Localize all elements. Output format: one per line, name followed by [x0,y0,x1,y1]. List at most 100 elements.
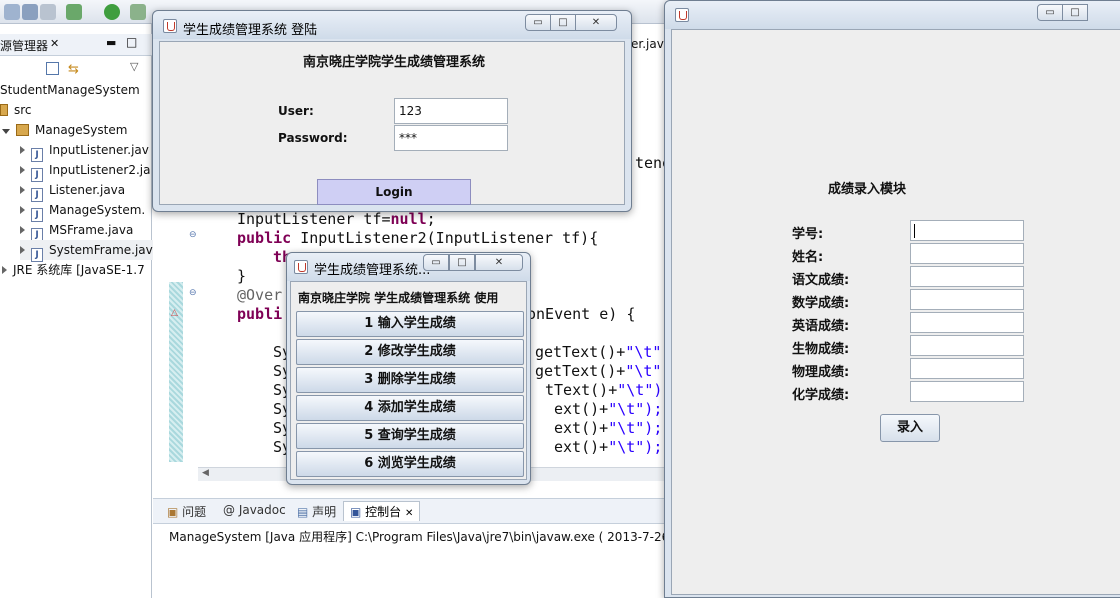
text-caret [914,224,915,238]
scroll-left-icon[interactable]: ◀ [202,468,209,478]
tree-item-label: ManageSystem. [49,203,146,217]
name-input[interactable] [910,243,1024,264]
expand-toggle-icon[interactable] [20,206,25,214]
code-line: ext()+"\t"); [554,400,663,418]
field-label: 化学成绩: [792,388,850,403]
tree-item-java[interactable]: J SystemFrame.jav [20,240,153,262]
window-titlebar[interactable]: ▭ □ [665,1,1120,29]
password-input[interactable] [394,125,508,151]
tab-problems[interactable]: ▣ 问题 [167,503,206,520]
tree-item-label: SystemFrame.jav [49,243,153,257]
external-tools-icon[interactable] [130,4,146,20]
fold-icon[interactable]: ⊖ [189,288,197,298]
console-text: ManageSystem [Java 应用程序] C:\Program File… [169,530,670,544]
tree-item-java[interactable]: J ManageSystem. [20,200,146,222]
tab-console[interactable]: ▣ 控制台 ✕ [343,501,421,521]
tree-item-label: MSFrame.java [49,223,134,237]
user-input[interactable] [394,98,508,124]
code-line: getText()+"\t" [535,362,662,380]
browse-grades-button[interactable]: 6 浏览学生成绩 [296,451,524,477]
close-button[interactable]: ✕ [475,254,523,271]
expand-toggle-icon[interactable] [20,146,25,154]
grade-entry-content: 成绩录入模块 学号: 姓名: 语文成绩: 数学成绩: 英语成绩: 生物成绩: 物… [671,29,1120,595]
delete-grades-button[interactable]: 3 删除学生成绩 [296,367,524,393]
close-button[interactable]: ✕ [575,14,617,31]
query-grades-button[interactable]: 5 查询学生成绩 [296,423,524,449]
link-editor-icon[interactable]: ⇆ [68,62,79,77]
tab-javadoc[interactable]: @ Javadoc [223,503,286,517]
save-icon[interactable] [22,4,38,20]
english-score-input[interactable] [910,312,1024,333]
submit-button[interactable]: 录入 [880,414,940,442]
maximize-button[interactable]: □ [550,14,576,31]
java-icon [675,8,689,22]
explorer-tab[interactable]: 源管理器 ✕ ▬ □ [0,34,152,56]
menu-window: 学生成绩管理系统... ▭ □ ✕ 南京晓庄学院 学生成绩管理系统 使用 1 输… [286,252,531,485]
console-icon: ▣ [350,505,366,519]
tree-item-java[interactable]: J InputListener2.ja [20,160,151,182]
collapse-all-icon[interactable] [46,62,59,75]
login-heading: 南京晓庄学院学生成绩管理系统 [303,55,486,70]
tab-declaration[interactable]: ▤ 声明 [297,503,336,520]
expand-toggle-icon[interactable] [20,186,25,194]
tree-item-src[interactable]: src [0,100,32,120]
minimize-button[interactable]: ▭ [1037,4,1063,21]
password-label: Password: [278,131,348,145]
field-label: 学号: [792,227,824,242]
maximize-button[interactable]: □ [449,254,475,271]
print-icon[interactable] [40,4,56,20]
tree-item-project[interactable]: StudentManageSystem [0,80,140,100]
tree-item-java[interactable]: J Listener.java [20,180,126,202]
window-titlebar[interactable]: 学生成绩管理系统 登陆 ▭ □ ✕ [153,11,631,39]
physics-score-input[interactable] [910,358,1024,379]
window-titlebar[interactable]: 学生成绩管理系统... ▭ □ ✕ [287,253,530,281]
tree-item-java[interactable]: J InputListener.jav [20,140,149,162]
code-line: @Over [237,286,283,304]
code-line: public InputListener2(InputListener tf){ [237,229,599,247]
login-content: 南京晓庄学院学生成绩管理系统 User: Password: Login [159,41,625,205]
code-line: ext()+"\t"); [554,419,663,437]
input-grades-button[interactable]: 1 输入学生成绩 [296,311,524,337]
maximize-icon[interactable]: □ [126,35,137,49]
view-menu-icon[interactable]: ▽ [130,60,138,73]
math-score-input[interactable] [910,289,1024,310]
menu-header: 南京晓庄学院 学生成绩管理系统 使用 [298,291,499,305]
grade-entry-window: ▭ □ 成绩录入模块 学号: 姓名: 语文成绩: 数学成绩: 英语成绩: 生物成… [664,0,1120,598]
expand-toggle-icon[interactable] [20,226,25,234]
login-window: 学生成绩管理系统 登陆 ▭ □ ✕ 南京晓庄学院学生成绩管理系统 User: P… [152,10,632,212]
expand-toggle-icon[interactable] [20,246,25,254]
run-icon[interactable] [104,4,120,20]
maximize-button[interactable]: □ [1062,4,1088,21]
field-label: 英语成绩: [792,319,850,334]
new-icon[interactable] [4,4,20,20]
tree-item-label: ManageSystem [35,123,128,137]
field-label: 生物成绩: [792,342,850,357]
minimize-icon[interactable]: ▬ [106,36,116,49]
tree-item-package[interactable]: ManageSystem [2,120,127,140]
minimize-button[interactable]: ▭ [525,14,551,31]
field-label: 语文成绩: [792,273,850,288]
console-tab-bar: ▣ 问题 @ Javadoc ▤ 声明 ▣ 控制台 ✕ [153,498,670,524]
fold-icon[interactable]: ⊖ [189,230,197,240]
module-title: 成绩录入模块 [828,182,907,197]
close-icon[interactable]: ✕ [50,37,59,50]
add-grades-button[interactable]: 4 添加学生成绩 [296,395,524,421]
tree-item-label: InputListener2.ja [49,163,151,177]
student-id-input[interactable] [910,220,1024,241]
close-icon[interactable]: ✕ [405,508,413,519]
expand-toggle-icon[interactable] [2,266,7,274]
tree-item-label: Listener.java [49,183,126,197]
code-line: publi [237,305,283,323]
expand-toggle-icon[interactable] [2,129,10,134]
minimize-button[interactable]: ▭ [423,254,449,271]
expand-toggle-icon[interactable] [20,166,25,174]
chemistry-score-input[interactable] [910,381,1024,402]
login-button[interactable]: Login [317,179,471,205]
modify-grades-button[interactable]: 2 修改学生成绩 [296,339,524,365]
tree-item-java[interactable]: J MSFrame.java [20,220,134,242]
debug-icon[interactable] [66,4,82,20]
console-output: ManageSystem [Java 应用程序] C:\Program File… [153,525,670,598]
tree-item-jre[interactable]: JRE 系统库 [JavaSE-1.7 [2,260,145,280]
chinese-score-input[interactable] [910,266,1024,287]
biology-score-input[interactable] [910,335,1024,356]
